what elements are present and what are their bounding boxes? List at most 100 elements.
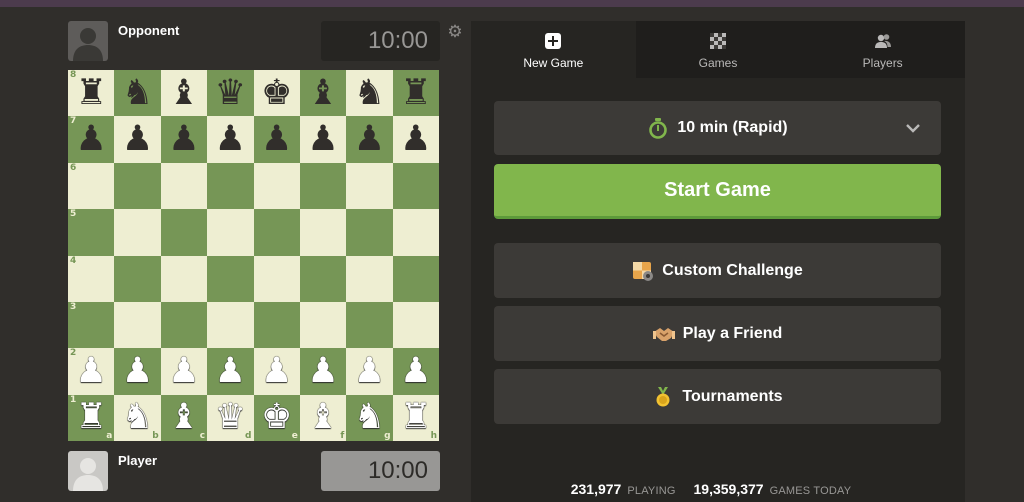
square-c2[interactable]: ♟ <box>160 348 208 395</box>
square-e7[interactable]: ♟ <box>253 116 300 163</box>
square-h1[interactable]: h ♜ <box>392 394 439 441</box>
white-piece[interactable]: ♞ <box>354 400 385 435</box>
square-e8[interactable]: ♚ <box>253 70 300 117</box>
black-piece[interactable]: ♟ <box>400 122 431 157</box>
white-piece[interactable]: ♛ <box>215 400 246 435</box>
square-d4[interactable] <box>207 255 254 302</box>
square-c5[interactable] <box>160 209 208 256</box>
black-piece[interactable]: ♜ <box>400 75 431 111</box>
chessboard[interactable]: 8 ♜ ♞ ♝ ♛ ♚ ♝ ♞ ♜ 7 ♟ ♟ ♟ ♟ ♟ ♟ ♟ ♟ 6 5 4 3 2 ♟ ♟ ♟ ♟ ♟ ♟ ♟ ♟ 1 a ♜ b ♞ c ♝ d ♛… <box>68 70 439 441</box>
white-piece[interactable]: ♟ <box>307 353 338 389</box>
white-piece[interactable]: ♜ <box>75 400 106 435</box>
square-h3[interactable] <box>392 301 439 349</box>
square-f4[interactable] <box>299 255 347 302</box>
white-piece[interactable]: ♟ <box>75 353 106 389</box>
square-h2[interactable]: ♟ <box>392 348 439 395</box>
square-f6[interactable] <box>299 162 347 210</box>
square-e3[interactable] <box>253 301 300 349</box>
square-d5[interactable] <box>207 209 254 256</box>
custom-challenge-button[interactable]: Custom Challenge <box>494 243 941 298</box>
square-b3[interactable] <box>114 301 161 349</box>
square-a2[interactable]: 2 ♟ <box>68 348 115 395</box>
black-piece[interactable]: ♝ <box>307 75 338 111</box>
white-piece[interactable]: ♝ <box>307 400 338 435</box>
square-a7[interactable]: 7 ♟ <box>68 116 115 163</box>
square-c6[interactable] <box>160 162 208 210</box>
square-e1[interactable]: e ♚ <box>253 394 300 441</box>
square-c8[interactable]: ♝ <box>160 70 208 117</box>
square-f5[interactable] <box>299 209 347 256</box>
square-a8[interactable]: 8 ♜ <box>68 70 115 117</box>
square-c3[interactable] <box>160 301 208 349</box>
square-c1[interactable]: c ♝ <box>160 394 208 441</box>
tab-players[interactable]: Players <box>800 21 966 78</box>
square-g7[interactable]: ♟ <box>346 116 393 163</box>
square-h5[interactable] <box>392 209 439 256</box>
square-b2[interactable]: ♟ <box>114 348 161 395</box>
white-piece[interactable]: ♟ <box>168 353 199 389</box>
square-g6[interactable] <box>346 162 393 210</box>
black-piece[interactable]: ♛ <box>215 75 246 111</box>
white-piece[interactable]: ♟ <box>122 353 153 389</box>
square-c4[interactable] <box>160 255 208 302</box>
white-piece[interactable]: ♟ <box>215 353 246 389</box>
white-piece[interactable]: ♞ <box>122 400 153 435</box>
square-d7[interactable]: ♟ <box>207 116 254 163</box>
square-b1[interactable]: b ♞ <box>114 394 161 441</box>
square-h4[interactable] <box>392 255 439 302</box>
black-piece[interactable]: ♝ <box>168 75 199 111</box>
square-g1[interactable]: g ♞ <box>346 394 393 441</box>
white-piece[interactable]: ♟ <box>400 353 431 389</box>
square-e2[interactable]: ♟ <box>253 348 300 395</box>
square-d2[interactable]: ♟ <box>207 348 254 395</box>
square-h6[interactable] <box>392 162 439 210</box>
square-b6[interactable] <box>114 162 161 210</box>
black-piece[interactable]: ♟ <box>168 122 199 157</box>
square-h8[interactable]: ♜ <box>392 70 439 117</box>
white-piece[interactable]: ♟ <box>261 353 292 389</box>
tab-new-game[interactable]: New Game <box>471 21 636 78</box>
square-b4[interactable] <box>114 255 161 302</box>
square-b7[interactable]: ♟ <box>114 116 161 163</box>
black-piece[interactable]: ♟ <box>215 122 246 157</box>
square-a6[interactable]: 6 <box>68 162 115 210</box>
gear-icon[interactable]: ⚙ <box>446 23 464 41</box>
play-friend-button[interactable]: Play a Friend <box>494 306 941 361</box>
square-e6[interactable] <box>253 162 300 210</box>
square-b8[interactable]: ♞ <box>114 70 161 117</box>
black-piece[interactable]: ♟ <box>122 122 153 157</box>
square-g5[interactable] <box>346 209 393 256</box>
black-piece[interactable]: ♚ <box>261 75 292 111</box>
square-d3[interactable] <box>207 301 254 349</box>
black-piece[interactable]: ♞ <box>122 75 153 111</box>
black-piece[interactable]: ♟ <box>261 122 292 157</box>
white-piece[interactable]: ♟ <box>354 353 385 389</box>
black-piece[interactable]: ♜ <box>75 75 106 111</box>
white-piece[interactable]: ♚ <box>261 400 292 435</box>
square-e4[interactable] <box>253 255 300 302</box>
square-f1[interactable]: f ♝ <box>299 394 347 441</box>
tab-games[interactable]: Games <box>635 21 801 78</box>
square-g2[interactable]: ♟ <box>346 348 393 395</box>
white-piece[interactable]: ♝ <box>168 400 199 435</box>
square-a3[interactable]: 3 <box>68 301 115 349</box>
start-game-button[interactable]: Start Game <box>494 164 941 219</box>
time-control-dropdown[interactable]: 10 min (Rapid) <box>494 101 941 155</box>
square-a4[interactable]: 4 <box>68 255 115 302</box>
square-f3[interactable] <box>299 301 347 349</box>
black-piece[interactable]: ♞ <box>354 75 385 111</box>
square-b5[interactable] <box>114 209 161 256</box>
square-g8[interactable]: ♞ <box>346 70 393 117</box>
tournaments-button[interactable]: Tournaments <box>494 369 941 424</box>
square-d1[interactable]: d ♛ <box>207 394 254 441</box>
square-g3[interactable] <box>346 301 393 349</box>
square-c7[interactable]: ♟ <box>160 116 208 163</box>
square-d6[interactable] <box>207 162 254 210</box>
player-avatar[interactable] <box>68 451 108 491</box>
white-piece[interactable]: ♜ <box>400 400 431 435</box>
square-a5[interactable]: 5 <box>68 209 115 256</box>
square-f7[interactable]: ♟ <box>299 116 347 163</box>
square-f8[interactable]: ♝ <box>299 70 347 117</box>
square-h7[interactable]: ♟ <box>392 116 439 163</box>
black-piece[interactable]: ♟ <box>354 122 385 157</box>
